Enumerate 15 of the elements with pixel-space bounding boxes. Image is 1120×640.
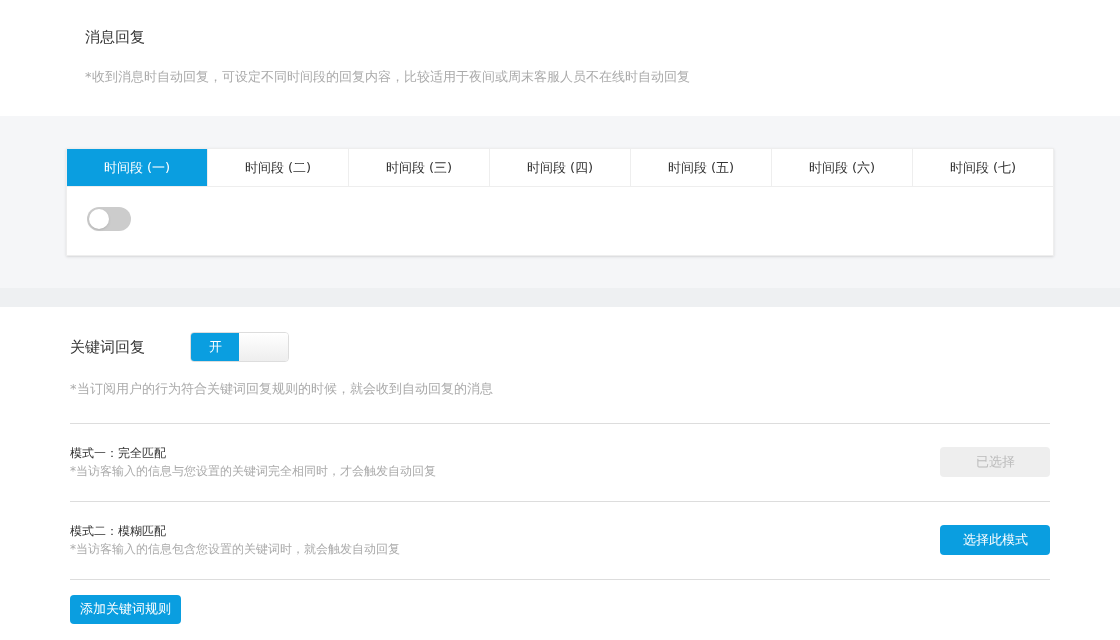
section-title: 消息回复 [85,27,146,47]
hint-text: *收到消息时自动回复，可设定不同时间段的回复内容，比较适用于夜间或周末客服人员不在线时自动回复 [85,68,691,86]
period-tab[interactable]: 时间段 (三) [348,149,489,186]
period-tab[interactable]: 时间段 (五) [630,149,771,186]
period-tab[interactable]: 时间段 (七) [912,149,1053,186]
section-title: 关键词回复 [70,336,146,358]
mode-title: 模式二：模糊匹配 [70,523,167,540]
period-tab[interactable]: 时间段 (二) [207,149,348,186]
hint-text: *当订阅用户的行为符合关键词回复规则的时候，就会收到自动回复的消息 [70,379,1050,424]
period-tab[interactable]: 时间段 (六) [771,149,912,186]
period-tab[interactable]: 时间段 (四) [489,149,630,186]
mode-description: *当访客输入的信息与您设置的关键词完全相同时，才会触发自动回复 [70,463,436,480]
mode-description: *当访客输入的信息包含您设置的关键词时，就会触发自动回复 [70,541,400,558]
toggle-switch[interactable] [87,207,131,231]
mode-title: 模式一：完全匹配 [70,445,167,462]
